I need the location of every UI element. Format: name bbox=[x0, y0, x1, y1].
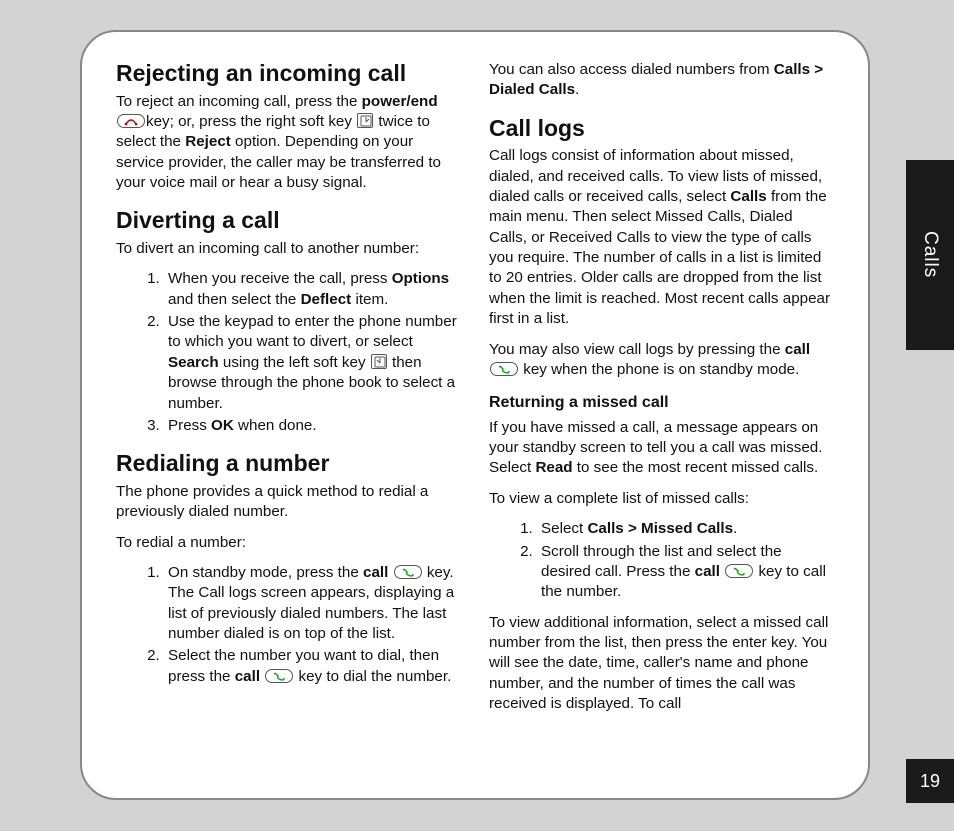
bold-read: Read bbox=[535, 459, 572, 476]
bold-power-end: power/end bbox=[362, 93, 438, 110]
heading-diverting: Diverting a call bbox=[116, 207, 461, 235]
list-item: When you receive the call, press Options… bbox=[164, 269, 461, 310]
text: and then select the bbox=[168, 291, 301, 308]
bold-deflect: Deflect bbox=[301, 291, 352, 308]
section-tab: Calls bbox=[906, 160, 954, 350]
text: You may also view call logs by pressing … bbox=[489, 341, 785, 358]
heading-rejecting: Rejecting an incoming call bbox=[116, 60, 461, 88]
left-column: Rejecting an incoming call To reject an … bbox=[116, 60, 461, 778]
heading-redialing: Redialing a number bbox=[116, 450, 461, 478]
text: key to dial the number. bbox=[294, 668, 451, 685]
right-column: You can also access dialed numbers from … bbox=[489, 60, 834, 778]
return-steps: Select Calls > Missed Calls. Scroll thro… bbox=[489, 519, 834, 602]
text: . bbox=[733, 520, 737, 537]
bold-call: call bbox=[235, 668, 260, 685]
bold-call: call bbox=[363, 564, 388, 581]
text: When you receive the call, press bbox=[168, 270, 392, 287]
bold-calls-missed: Calls > Missed Calls bbox=[587, 520, 733, 537]
text: On standby mode, press the bbox=[168, 564, 363, 581]
para-divert-intro: To divert an incoming call to another nu… bbox=[116, 239, 461, 259]
power-end-key-icon bbox=[117, 114, 145, 128]
call-key-icon bbox=[725, 564, 753, 578]
heading-call-logs: Call logs bbox=[489, 115, 834, 143]
para-return-to: To view a complete list of missed calls: bbox=[489, 489, 834, 509]
call-key-icon bbox=[490, 362, 518, 376]
para-redial-intro: The phone provides a quick method to red… bbox=[116, 482, 461, 523]
two-column-layout: Rejecting an incoming call To reject an … bbox=[116, 60, 834, 778]
text: to see the most recent missed calls. bbox=[573, 459, 819, 476]
para-access-dialed: You can also access dialed numbers from … bbox=[489, 60, 834, 101]
redial-steps: On standby mode, press the call key. The… bbox=[116, 563, 461, 687]
bold-call: call bbox=[695, 563, 720, 580]
bold-options: Options bbox=[392, 270, 449, 287]
list-item: Select the number you want to dial, then… bbox=[164, 646, 461, 687]
call-key-icon bbox=[265, 669, 293, 683]
bold-reject: Reject bbox=[185, 133, 231, 150]
text: key; or, press the right soft key bbox=[146, 113, 356, 130]
text: To reject an incoming call, press the bbox=[116, 93, 362, 110]
text: Use the keypad to enter the phone number… bbox=[168, 313, 457, 350]
page-number-value: 19 bbox=[920, 771, 940, 792]
text: key when the phone is on standby mode. bbox=[519, 361, 799, 378]
para-redial-to: To redial a number: bbox=[116, 533, 461, 553]
para-call-logs: Call logs consist of information about m… bbox=[489, 146, 834, 329]
right-softkey-icon bbox=[357, 113, 373, 128]
divert-steps: When you receive the call, press Options… bbox=[116, 269, 461, 436]
list-item: Use the keypad to enter the phone number… bbox=[164, 312, 461, 414]
left-softkey-icon bbox=[371, 354, 387, 369]
para-return-intro: If you have missed a call, a message app… bbox=[489, 418, 834, 479]
text: using the left soft key bbox=[219, 354, 370, 371]
call-key-icon bbox=[394, 565, 422, 579]
text: item. bbox=[351, 291, 388, 308]
para-call-logs-2: You may also view call logs by pressing … bbox=[489, 340, 834, 381]
bold-calls: Calls bbox=[730, 188, 766, 205]
text: Select bbox=[541, 520, 587, 537]
list-item: On standby mode, press the call key. The… bbox=[164, 563, 461, 644]
text: when done. bbox=[234, 417, 317, 434]
bold-search: Search bbox=[168, 354, 219, 371]
text: You can also access dialed numbers from bbox=[489, 61, 774, 78]
manual-page: Rejecting an incoming call To reject an … bbox=[80, 30, 870, 800]
list-item: Select Calls > Missed Calls. bbox=[537, 519, 834, 539]
para-additional-info: To view additional information, select a… bbox=[489, 613, 834, 715]
list-item: Scroll through the list and select the d… bbox=[537, 542, 834, 603]
para-rejecting: To reject an incoming call, press the po… bbox=[116, 92, 461, 194]
text: Press bbox=[168, 417, 211, 434]
bold-call: call bbox=[785, 341, 810, 358]
text: . bbox=[575, 81, 579, 98]
text: from the main menu. Then select Missed C… bbox=[489, 188, 830, 327]
bold-ok: OK bbox=[211, 417, 234, 434]
page-number: 19 bbox=[906, 759, 954, 803]
list-item: Press OK when done. bbox=[164, 416, 461, 436]
section-tab-label: Calls bbox=[919, 231, 941, 278]
heading-returning-missed: Returning a missed call bbox=[489, 392, 834, 413]
